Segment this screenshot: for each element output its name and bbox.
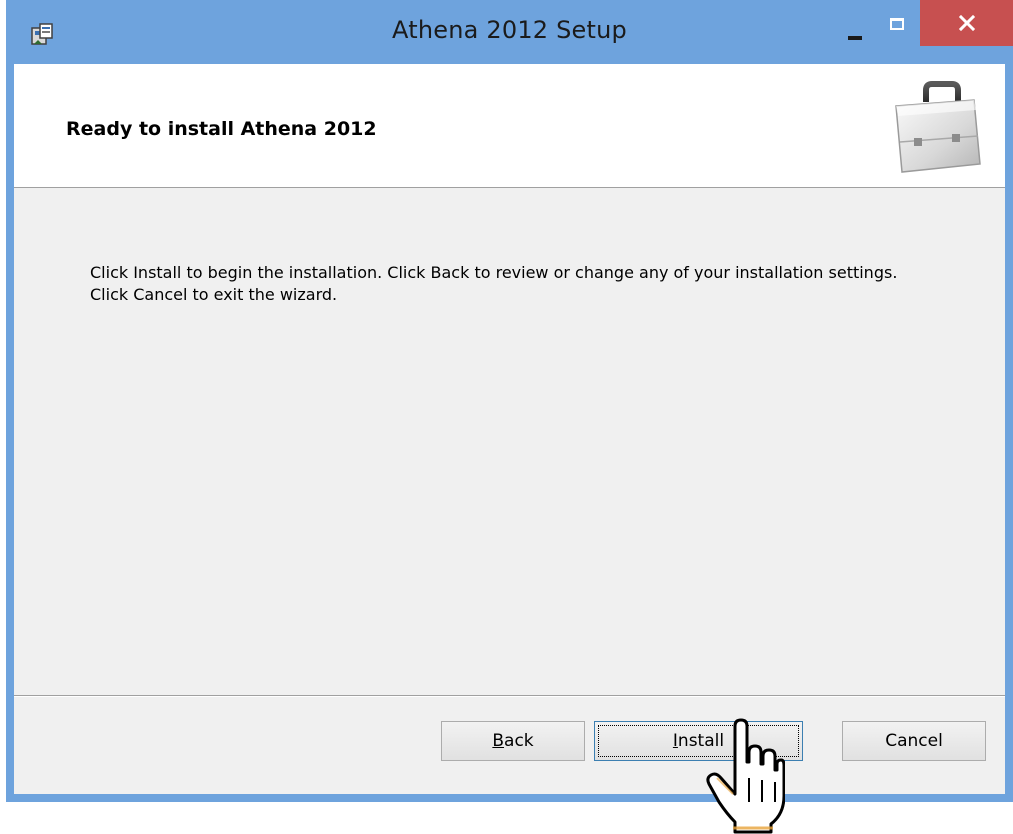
title-bar[interactable]: Athena 2012 Setup bbox=[6, 0, 1013, 64]
hand-pointer-icon bbox=[706, 718, 785, 834]
footer-divider bbox=[14, 695, 1005, 697]
cancel-button-label: Cancel bbox=[885, 731, 943, 751]
wizard-client-area: Ready to install Athena 2012 Click Insta… bbox=[14, 64, 1005, 794]
header-banner: Ready to install Athena 2012 bbox=[14, 64, 1005, 188]
minimize-button[interactable] bbox=[832, 8, 876, 48]
close-icon bbox=[958, 15, 975, 31]
maximize-button[interactable] bbox=[878, 8, 922, 48]
back-button[interactable]: Back bbox=[441, 721, 585, 761]
back-button-label: Back bbox=[492, 731, 534, 751]
setup-window: Athena 2012 Setup Ready to install Athen… bbox=[6, 0, 1013, 802]
instruction-text: Click Install to begin the installation.… bbox=[90, 263, 898, 304]
briefcase-icon bbox=[895, 81, 981, 173]
maximize-icon bbox=[890, 18, 904, 30]
cancel-button[interactable]: Cancel bbox=[842, 721, 986, 761]
close-button[interactable] bbox=[920, 0, 1013, 46]
page-title: Ready to install Athena 2012 bbox=[66, 118, 377, 140]
minimize-icon bbox=[848, 36, 862, 40]
